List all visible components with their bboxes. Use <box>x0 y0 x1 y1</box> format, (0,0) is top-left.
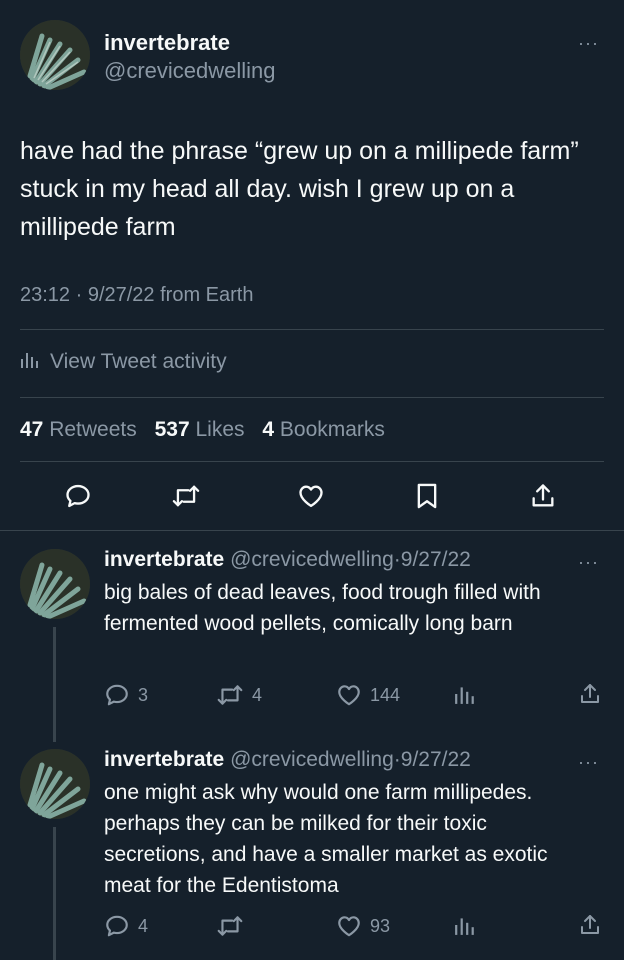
retweet-button[interactable] <box>168 478 204 514</box>
retweet-icon <box>217 685 243 705</box>
bookmark-button[interactable] <box>409 478 445 514</box>
reply-author-handle[interactable]: @crevicedwelling <box>230 748 394 771</box>
reply-icon <box>106 684 128 706</box>
view-activity-link[interactable]: View Tweet activity <box>20 349 227 375</box>
like-button[interactable] <box>293 478 329 514</box>
retweet-icon <box>217 916 243 936</box>
bookmarks-label: Bookmarks <box>279 418 385 441</box>
reply-text: big bales of dead leaves, food trough fi… <box>104 581 541 635</box>
tweet-text: have had the phrase “grew up on a millip… <box>20 137 579 241</box>
reply-author-handle[interactable]: @crevicedwelling <box>230 548 394 571</box>
divider <box>20 329 604 330</box>
reply-icon <box>106 915 128 937</box>
more-icon[interactable]: ··· <box>578 34 599 52</box>
author-handle[interactable]: @crevicedwelling <box>104 58 276 84</box>
view-activity-label: View Tweet activity <box>50 350 227 373</box>
analytics-icon <box>20 349 40 375</box>
retweets-count: 47 <box>20 418 44 441</box>
bookmarks-stat[interactable]: 4 Bookmarks <box>262 418 385 441</box>
likes-label: Likes <box>195 418 245 441</box>
avatar[interactable] <box>20 549 90 619</box>
share-button[interactable] <box>525 478 561 514</box>
reply-icon <box>66 484 90 508</box>
reply-count: 4 <box>138 915 149 936</box>
like-count: 144 <box>370 684 401 705</box>
reply-date[interactable]: ·9/27/22 <box>394 748 471 771</box>
analytics-icon <box>455 687 474 704</box>
reply-header: invertebrate @crevicedwelling·9/27/22 <box>104 748 471 772</box>
bookmarks-count: 4 <box>262 418 275 441</box>
like-icon <box>338 685 360 706</box>
avatar[interactable] <box>20 749 90 819</box>
thread-line <box>53 627 56 742</box>
like-icon <box>338 916 360 937</box>
reply-text: one might ask why would one farm millipe… <box>104 781 548 897</box>
more-icon[interactable]: ··· <box>578 753 599 771</box>
engagement-stats: 47 Retweets 537 Likes 4 Bookmarks <box>20 418 385 442</box>
thread-line <box>53 827 56 960</box>
reply-button[interactable]: 3 <box>104 682 148 708</box>
retweet-button[interactable]: 4 <box>216 682 262 708</box>
share-icon <box>532 484 554 507</box>
more-icon[interactable]: ··· <box>578 553 599 571</box>
share-button[interactable] <box>578 682 602 706</box>
like-button[interactable]: 144 <box>336 682 400 708</box>
reply-button[interactable]: 4 <box>104 913 148 939</box>
reply-author-name[interactable]: invertebrate <box>104 748 224 771</box>
retweets-stat[interactable]: 47 Retweets <box>20 418 137 441</box>
reply-count: 3 <box>138 684 149 705</box>
likes-stat[interactable]: 537 Likes <box>155 418 245 441</box>
share-icon <box>581 684 599 703</box>
analytics-button[interactable] <box>454 914 476 936</box>
author-name[interactable]: invertebrate <box>104 30 230 56</box>
retweet-count: 4 <box>252 684 263 705</box>
retweet-icon <box>172 485 200 507</box>
retweets-label: Retweets <box>49 418 137 441</box>
like-icon <box>299 485 323 508</box>
reply-button[interactable] <box>60 478 96 514</box>
reply-author-name[interactable]: invertebrate <box>104 548 224 571</box>
reply-date[interactable]: ·9/27/22 <box>394 548 471 571</box>
retweet-button[interactable] <box>216 913 252 939</box>
avatar[interactable] <box>20 20 90 90</box>
likes-count: 537 <box>154 418 190 441</box>
like-count: 93 <box>370 915 391 936</box>
reply-header: invertebrate @crevicedwelling·9/27/22 <box>104 548 471 572</box>
share-icon <box>581 915 599 934</box>
divider <box>20 461 604 462</box>
tweet-meta: 23:12 · 9/27/22 from Earth <box>20 284 254 306</box>
action-bar <box>0 478 624 514</box>
bookmark-icon <box>417 483 437 509</box>
like-button[interactable]: 93 <box>336 913 390 939</box>
analytics-icon <box>455 918 474 935</box>
share-button[interactable] <box>578 913 602 937</box>
divider <box>0 530 624 531</box>
divider <box>20 397 604 398</box>
analytics-button[interactable] <box>454 683 476 705</box>
